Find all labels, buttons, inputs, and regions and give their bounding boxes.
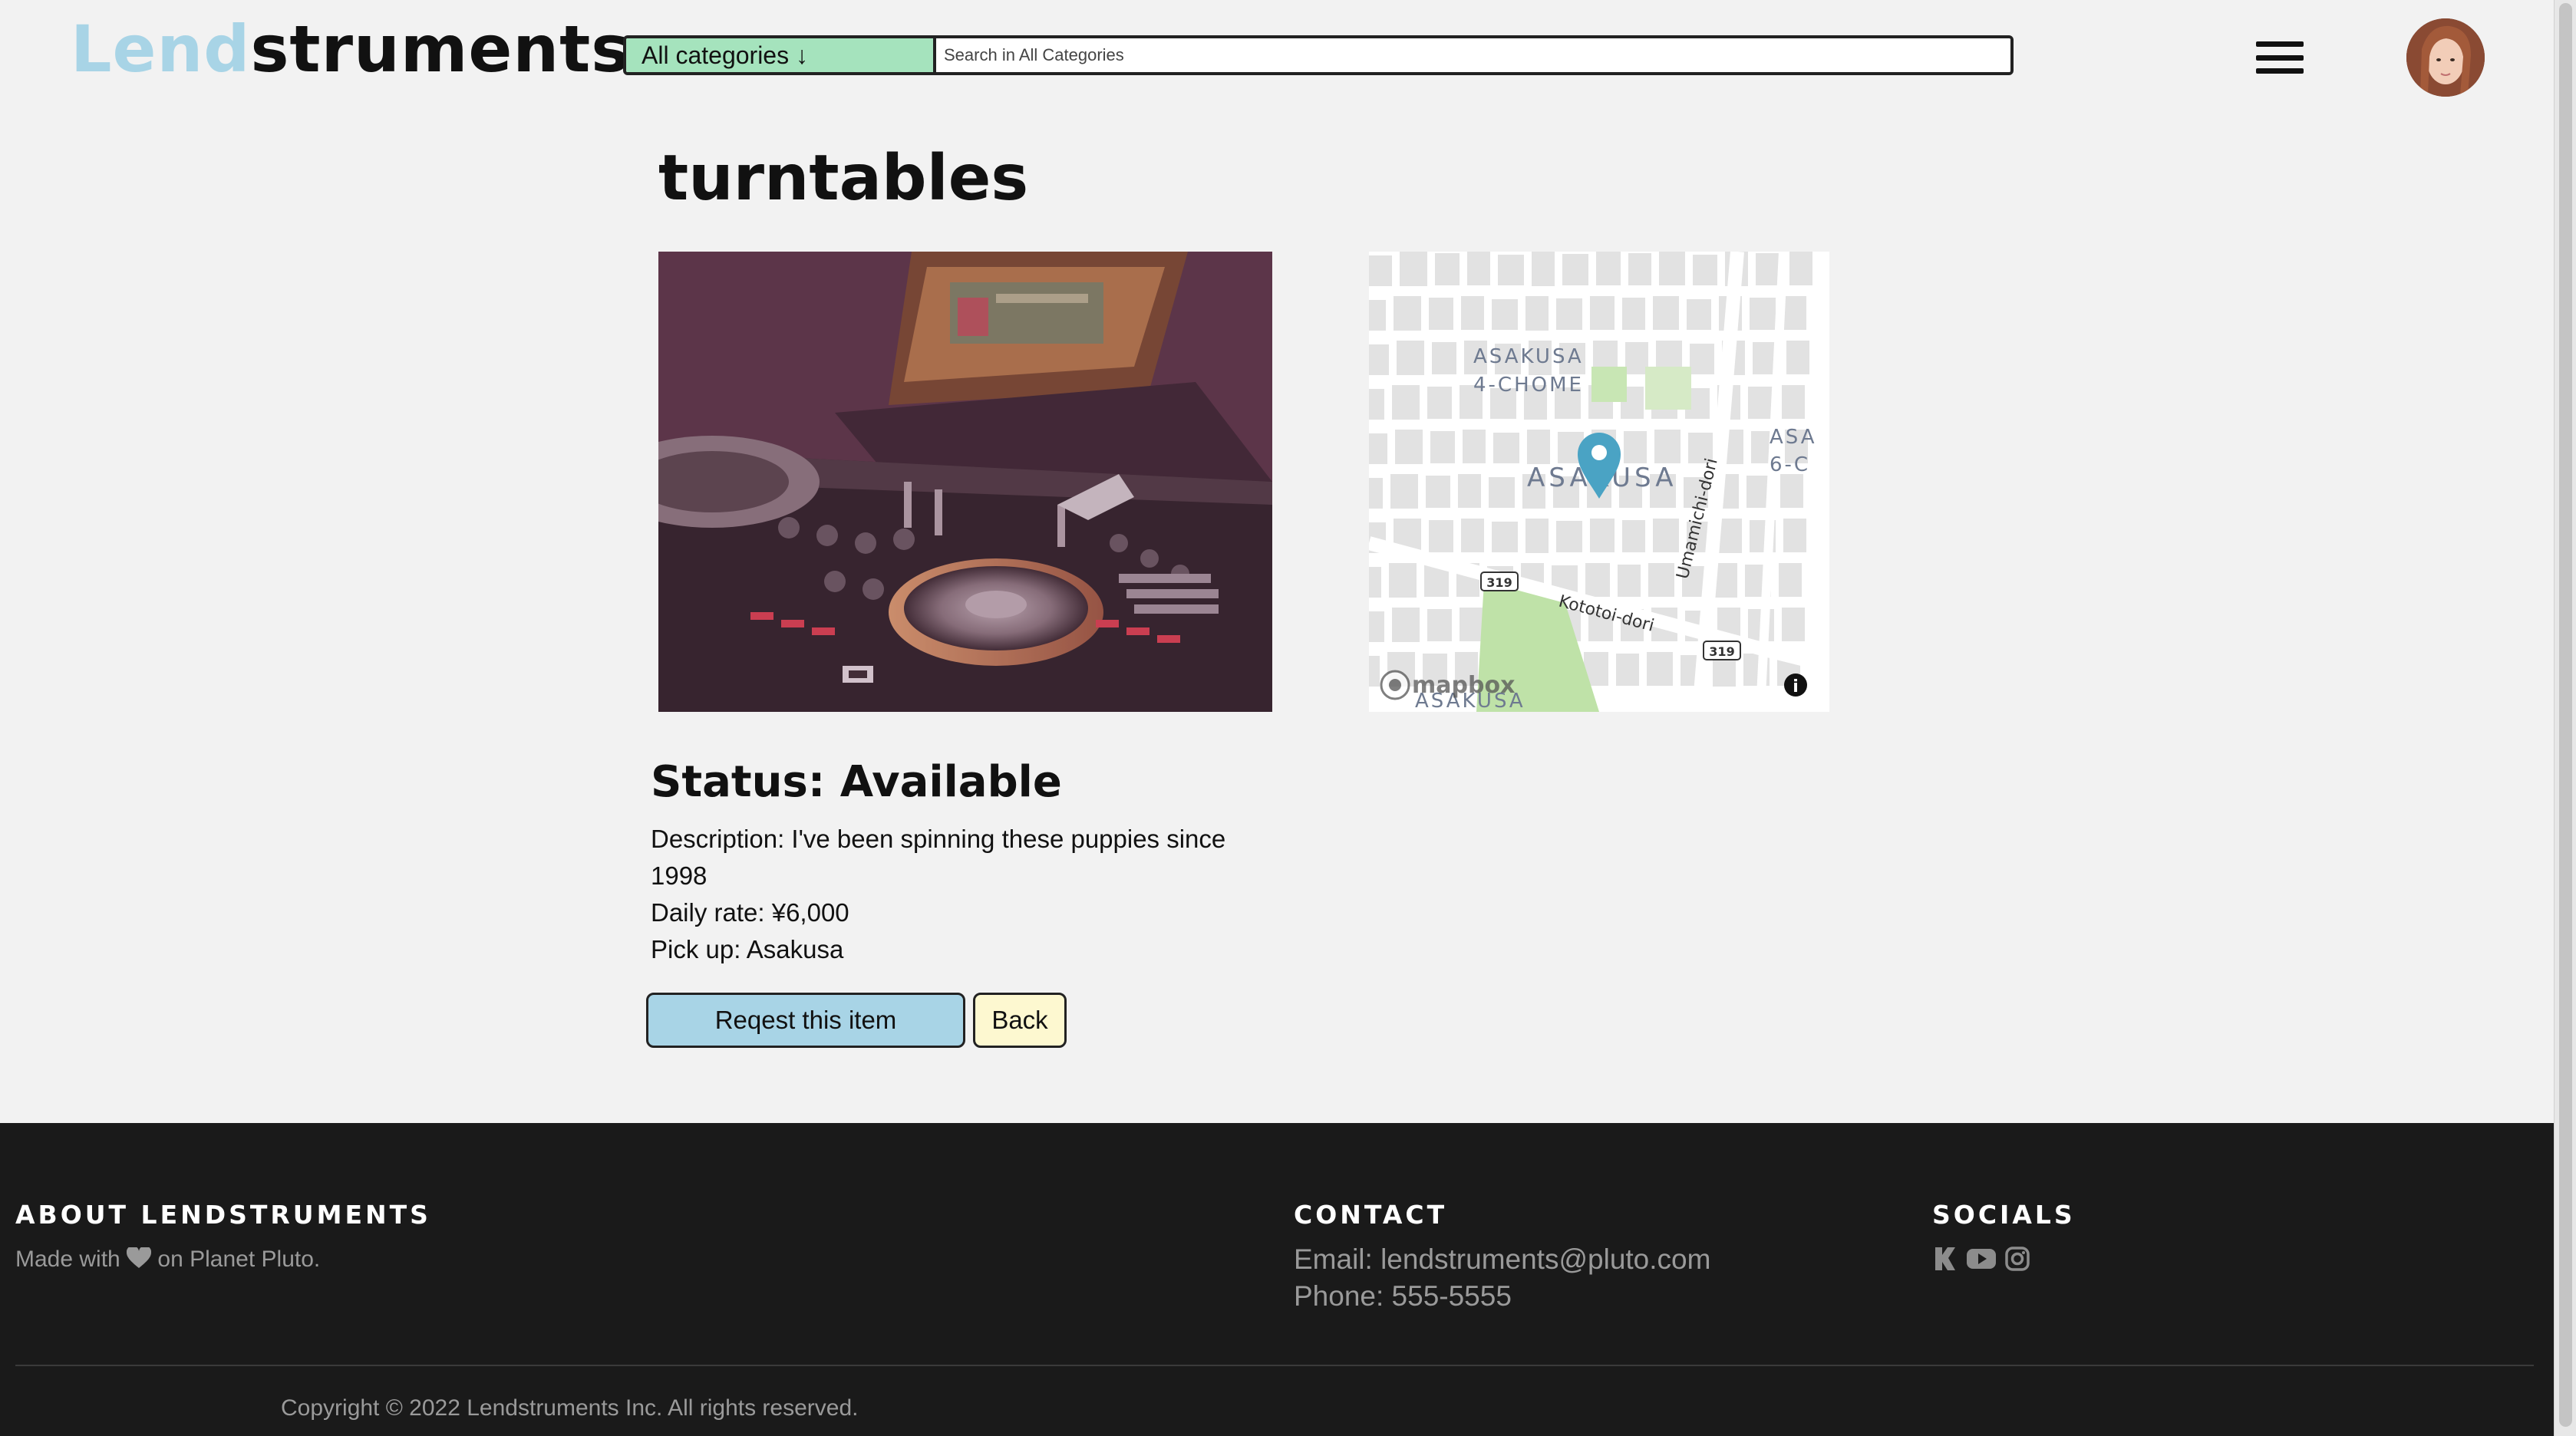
item-pick-up: Pick up: Asakusa bbox=[651, 935, 844, 963]
page-scrollbar[interactable] bbox=[2554, 0, 2576, 1436]
map-label-asa: ASA bbox=[1770, 426, 1817, 449]
map-route-shield-2: 319 bbox=[1709, 644, 1734, 659]
map-label-4-chome: 4-CHOME bbox=[1473, 374, 1584, 397]
user-avatar[interactable] bbox=[2406, 18, 2485, 97]
item-status: Status: Available bbox=[651, 757, 1062, 807]
map-label-6-c: 6-C bbox=[1770, 453, 1810, 476]
item-description: Description: I've been spinning these pu… bbox=[651, 825, 1226, 890]
logo-lend: Lend bbox=[71, 12, 251, 87]
instagram-icon[interactable] bbox=[2004, 1246, 2030, 1272]
footer-phone[interactable]: Phone: 555-5555 bbox=[1294, 1278, 1512, 1315]
map-route-shield-1: 319 bbox=[1486, 575, 1512, 590]
footer-about-text: Made with on Planet Pluto. bbox=[15, 1244, 320, 1275]
site-logo[interactable]: Lendstruments bbox=[71, 11, 630, 87]
scrollbar-thumb[interactable] bbox=[2559, 3, 2572, 1427]
item-photo bbox=[658, 252, 1272, 712]
footer-about-pre: Made with bbox=[15, 1247, 120, 1272]
footer-contact-heading: CONTACT bbox=[1294, 1200, 1448, 1230]
youtube-icon[interactable] bbox=[1966, 1246, 1997, 1272]
footer-email[interactable]: Email: lendstruments@pluto.com bbox=[1294, 1241, 1710, 1278]
kickstarter-icon[interactable] bbox=[1932, 1246, 1958, 1272]
back-button[interactable]: Back bbox=[973, 993, 1067, 1048]
map-info-glyph: i bbox=[1793, 677, 1799, 697]
category-select[interactable]: All categories ↓ bbox=[626, 38, 936, 72]
mapbox-logo[interactable]: mapbox bbox=[1380, 670, 1515, 700]
request-item-button[interactable]: Reqest this item bbox=[646, 993, 965, 1048]
footer-divider bbox=[15, 1365, 2534, 1366]
footer-socials bbox=[1932, 1246, 2030, 1272]
item-daily-rate: Daily rate: ¥6,000 bbox=[651, 898, 849, 927]
footer-socials-heading: SOCIALS bbox=[1932, 1200, 2076, 1230]
map-label-asakusa-4: ASAKUSA bbox=[1473, 345, 1584, 368]
search-bar: All categories ↓ bbox=[623, 35, 2014, 75]
map-info-icon[interactable]: i bbox=[1784, 674, 1807, 697]
site-footer: ABOUT LENDSTRUMENTS Made with on Planet … bbox=[0, 1123, 2554, 1436]
search-input[interactable] bbox=[936, 38, 2010, 72]
logo-struments: struments bbox=[250, 12, 631, 87]
item-title: turntables bbox=[658, 142, 1029, 215]
pickup-map[interactable]: ASAKUSA 4-CHOME ASA 6-C ASAKUSA ASAKUSA … bbox=[1369, 252, 1829, 712]
heart-icon bbox=[127, 1245, 152, 1268]
footer-copyright: Copyright © 2022 Lendstruments Inc. All … bbox=[281, 1395, 859, 1421]
footer-about-post: on Planet Pluto. bbox=[157, 1247, 321, 1272]
footer-about-heading: ABOUT LENDSTRUMENTS bbox=[15, 1200, 431, 1230]
menu-icon[interactable] bbox=[2256, 41, 2304, 74]
mapbox-wordmark: mapbox bbox=[1412, 672, 1515, 699]
item-details: Description: I've been spinning these pu… bbox=[651, 821, 1257, 968]
